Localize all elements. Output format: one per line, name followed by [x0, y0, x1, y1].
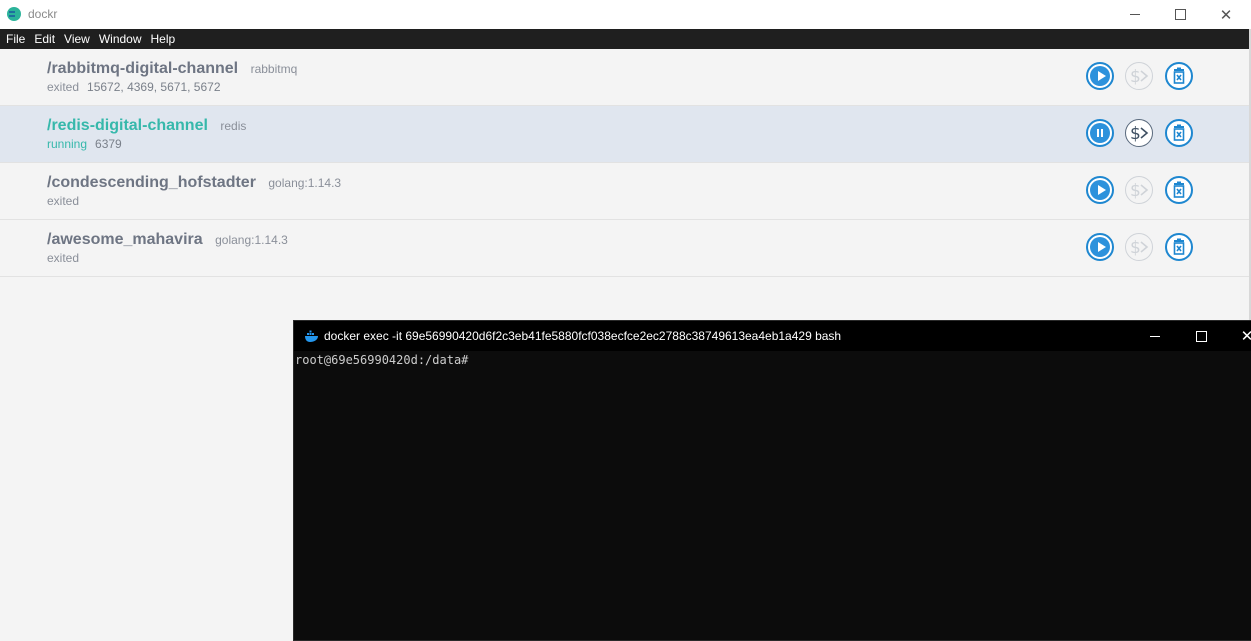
- container-status-line: running 6379: [47, 137, 122, 151]
- maximize-button[interactable]: [1157, 0, 1203, 29]
- svg-text:$: $: [1130, 124, 1141, 144]
- shell-icon: $: [1130, 67, 1149, 87]
- remove-button[interactable]: [1165, 62, 1193, 90]
- start-button[interactable]: [1086, 176, 1114, 204]
- menu-edit[interactable]: Edit: [30, 29, 59, 49]
- container-image: redis: [220, 119, 247, 133]
- menu-window[interactable]: Window: [95, 29, 146, 49]
- container-ports: 6379: [95, 137, 122, 151]
- svg-text:$: $: [1130, 67, 1141, 87]
- container-row[interactable]: /awesome_mahavira golang:1.14.3 exited $: [0, 220, 1249, 277]
- app-titlebar: dockr ✕: [0, 0, 1251, 29]
- container-status: exited: [47, 251, 80, 265]
- container-image: golang:1.14.3: [268, 176, 342, 190]
- shell-button[interactable]: $: [1125, 119, 1153, 147]
- close-button[interactable]: ✕: [1203, 0, 1249, 29]
- menu-bar: File Edit View Window Help: [0, 29, 1251, 49]
- start-button[interactable]: [1086, 62, 1114, 90]
- container-status-line: exited: [47, 251, 79, 265]
- remove-button[interactable]: [1165, 119, 1193, 147]
- play-icon: [1090, 237, 1110, 257]
- container-name: /awesome_mahavira: [47, 231, 203, 248]
- container-status-line: exited 15672, 4369, 5671, 5672: [47, 80, 221, 94]
- container-name: /rabbitmq-digital-channel: [47, 60, 239, 77]
- menu-file[interactable]: File: [2, 29, 29, 49]
- play-icon: [1090, 180, 1110, 200]
- terminal-close-button[interactable]: ✕: [1224, 321, 1251, 351]
- terminal-window[interactable]: docker exec -it 69e56990420d6f2c3eb41fe5…: [293, 320, 1251, 641]
- container-title: /condescending_hofstadter golang:1.14.3: [47, 174, 341, 192]
- container-title: /redis-digital-channel redis: [47, 117, 246, 135]
- trash-icon: [1173, 124, 1185, 141]
- dockr-logo-icon: [7, 7, 21, 21]
- shell-icon: $: [1130, 124, 1149, 144]
- svg-text:$: $: [1130, 181, 1141, 201]
- close-icon: ✕: [1219, 5, 1233, 24]
- maximize-icon: [1195, 330, 1207, 342]
- shell-button[interactable]: $: [1125, 233, 1153, 261]
- container-name: /redis-digital-channel: [47, 117, 208, 134]
- container-image: golang:1.14.3: [215, 233, 288, 247]
- container-ports: 15672, 4369, 5671, 5672: [87, 80, 221, 94]
- container-status: exited: [47, 194, 80, 208]
- remove-button[interactable]: [1165, 233, 1193, 261]
- menu-view[interactable]: View: [60, 29, 94, 49]
- docker-whale-icon: [305, 330, 318, 342]
- maximize-icon: [1174, 9, 1186, 20]
- terminal-titlebar: docker exec -it 69e56990420d6f2c3eb41fe5…: [294, 321, 1251, 351]
- pause-button[interactable]: [1086, 119, 1114, 147]
- remove-button[interactable]: [1165, 176, 1193, 204]
- menu-help[interactable]: Help: [147, 29, 180, 49]
- shell-button[interactable]: $: [1125, 176, 1153, 204]
- terminal-prompt: root@69e56990420d:/data#: [295, 353, 469, 367]
- terminal-output[interactable]: root@69e56990420d:/data#: [294, 351, 469, 369]
- start-button[interactable]: [1086, 233, 1114, 261]
- play-icon: [1090, 66, 1110, 86]
- trash-icon: [1173, 181, 1185, 198]
- terminal-title: docker exec -it 69e56990420d6f2c3eb41fe5…: [324, 329, 842, 343]
- container-row[interactable]: /rabbitmq-digital-channel rabbitmq exite…: [0, 49, 1249, 106]
- app-title: dockr: [28, 7, 58, 21]
- close-icon: ✕: [1240, 327, 1251, 345]
- container-title: /awesome_mahavira golang:1.14.3: [47, 231, 288, 249]
- shell-icon: $: [1130, 181, 1149, 201]
- shell-icon: $: [1130, 238, 1149, 258]
- container-row[interactable]: /redis-digital-channel redis running 6379…: [0, 106, 1249, 163]
- minimize-icon: [1150, 335, 1160, 337]
- shell-button[interactable]: $: [1125, 62, 1153, 90]
- container-status-line: exited: [47, 194, 79, 208]
- trash-icon: [1173, 67, 1185, 84]
- container-row[interactable]: /condescending_hofstadter golang:1.14.3 …: [0, 163, 1249, 220]
- container-status: exited: [47, 80, 80, 94]
- container-status: running: [47, 137, 88, 151]
- pause-icon: [1090, 123, 1110, 143]
- terminal-maximize-button[interactable]: [1178, 321, 1224, 351]
- container-list: /rabbitmq-digital-channel rabbitmq exite…: [0, 49, 1249, 277]
- trash-icon: [1173, 238, 1185, 255]
- minimize-icon: [1130, 14, 1140, 15]
- terminal-minimize-button[interactable]: [1132, 321, 1178, 351]
- container-name: /condescending_hofstadter: [47, 174, 256, 191]
- minimize-button[interactable]: [1112, 0, 1158, 29]
- container-image: rabbitmq: [250, 62, 298, 76]
- svg-text:$: $: [1130, 238, 1141, 258]
- container-title: /rabbitmq-digital-channel rabbitmq: [47, 60, 297, 78]
